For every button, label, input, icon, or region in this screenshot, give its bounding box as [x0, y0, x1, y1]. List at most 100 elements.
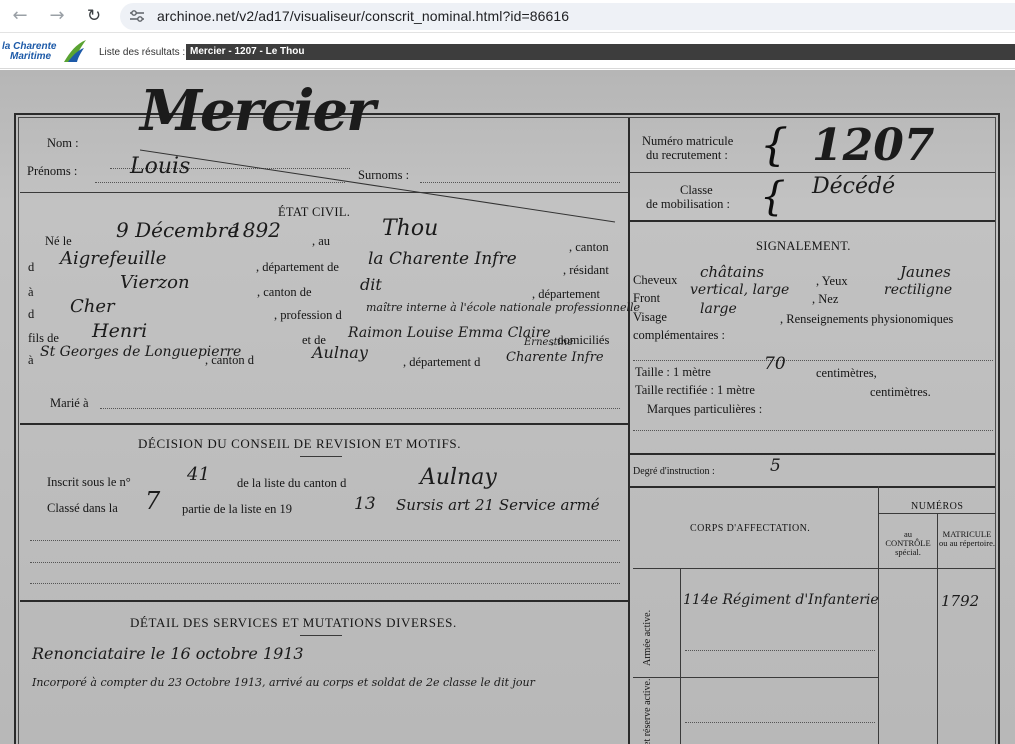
- handwriting-annee-liste: 13: [354, 494, 376, 514]
- back-icon[interactable]: ←: [8, 4, 32, 28]
- rule-classe: [630, 220, 995, 222]
- handwriting-partie: 7: [145, 487, 161, 515]
- heading-detail: DÉTAIL DES SERVICES ET MUTATIONS DIVERSE…: [130, 615, 457, 630]
- label-numero-matricule-1: Numéro matricule: [642, 134, 734, 148]
- column-divider: [628, 118, 630, 744]
- rule-matricule: [630, 172, 995, 173]
- label-centimetres: centimètres,: [816, 366, 877, 380]
- label-nez: , Nez: [812, 292, 839, 306]
- label-departement: , département: [532, 287, 601, 301]
- site-settings-icon[interactable]: [130, 10, 144, 22]
- label-d2: d: [28, 307, 35, 321]
- register-page: Nom : Mercier Prénoms : Louis Surnoms : …: [0, 70, 1015, 744]
- heading-detail-underline: [300, 635, 342, 636]
- heading-au-controle: au CONTRÔLE spécial.: [885, 529, 931, 557]
- label-front: Front: [633, 291, 661, 305]
- document-viewer[interactable]: Nom : Mercier Prénoms : Louis Surnoms : …: [0, 70, 1015, 744]
- label-nom: Nom :: [47, 136, 79, 150]
- handwriting-pere: Henri: [92, 320, 148, 342]
- label-taille: Taille : 1 mètre: [635, 365, 711, 379]
- handwriting-service-2: Incorporé à compter du 23 Octobre 1913, …: [32, 676, 535, 689]
- label-reserve-active: et réserve active.: [642, 678, 653, 744]
- rule-etat-civil-end: [20, 423, 628, 425]
- dotted-armee-1: [685, 650, 875, 651]
- label-armee-active: Armée active.: [642, 609, 653, 666]
- label-yeux: , Yeux: [816, 274, 848, 288]
- dotted-sign-1: [633, 360, 993, 361]
- rule-degre: [630, 486, 995, 488]
- heading-corps: CORPS D'AFFECTATION.: [690, 523, 811, 534]
- heading-numeros: NUMÉROS: [911, 501, 964, 512]
- document-title-bar: Mercier - 1207 - Le Thou: [186, 44, 1015, 60]
- handwriting-numero-liste: 41: [187, 464, 210, 485]
- label-renseignements: , Renseignements physionomiques: [780, 312, 954, 326]
- dotted-armee-2: [685, 722, 875, 723]
- label-residant: , résidant: [563, 263, 609, 277]
- document-title: Mercier - 1207 - Le Thou: [190, 46, 305, 57]
- address-bar[interactable]: archinoe.net/v2/ad17/visualiseur/conscri…: [120, 3, 1015, 30]
- label-a1: à: [28, 285, 34, 299]
- handwriting-departement-naissance: la Charente Infre: [368, 249, 517, 269]
- handwriting-visage: large: [700, 301, 737, 317]
- handwriting-matricule-corps: 1792: [941, 592, 980, 610]
- handwriting-mere-extra: Ernestine: [524, 337, 574, 348]
- label-marie-a: Marié à: [50, 396, 89, 410]
- handwriting-front: vertical, large: [690, 282, 790, 298]
- handwriting-cheveux: châtains: [700, 263, 765, 281]
- dotted-decision-3: [30, 583, 620, 584]
- handwriting-taille: 70: [764, 354, 786, 374]
- label-au: , au: [312, 234, 331, 248]
- handwriting-profession: maître interne à l'école nationale profe…: [366, 301, 641, 314]
- handwriting-nom: Mercier: [140, 78, 376, 144]
- handwriting-canton-domicile: Aulnay: [312, 343, 368, 362]
- handwriting-nez: rectiligne: [884, 282, 953, 298]
- handwriting-motif: Sursis art 21 Service armé: [396, 496, 600, 514]
- label-prenoms: Prénoms :: [27, 164, 78, 178]
- numeros-header-rule: [878, 513, 995, 514]
- handwriting-canton-residence: dit: [360, 275, 382, 294]
- handwriting-yeux: Jaunes: [900, 263, 951, 281]
- logo-text-line2: Maritime: [10, 51, 52, 62]
- label-a2: à: [28, 353, 34, 367]
- dotted-sign-2: [633, 430, 993, 431]
- handwriting-lieu-naissance: Thou: [382, 216, 439, 241]
- reload-icon[interactable]: ↻: [82, 4, 106, 28]
- handwriting-year: 1892: [230, 218, 281, 242]
- handwriting-classe: Décédé: [812, 174, 896, 199]
- handwriting-canton-liste: Aulnay: [420, 465, 497, 490]
- label-canton-de: , canton de: [257, 285, 312, 299]
- label-marques: Marques particulières :: [647, 402, 763, 416]
- dotted-marie: [100, 408, 620, 409]
- handwriting-departement-residence: Cher: [70, 296, 115, 317]
- label-visage: Visage: [633, 310, 667, 324]
- rule-corps-header: [633, 568, 995, 569]
- label-ne-le: Né le: [45, 234, 72, 248]
- label-cheveux: Cheveux: [633, 273, 678, 287]
- label-canton: , canton: [569, 240, 609, 254]
- logo-bird-icon: [64, 40, 86, 62]
- label-taille-rectifiee: Taille rectifiée : 1 mètre: [635, 383, 755, 397]
- label-complementaires: complémentaires :: [633, 328, 725, 342]
- handwriting-departement-domicile: Charente Infre: [506, 350, 604, 365]
- diagonal-strike: [140, 149, 616, 223]
- label-departement-d: , département d: [403, 355, 481, 369]
- results-list-link[interactable]: Liste des résultats :: [99, 47, 185, 58]
- heading-etat-civil: ÉTAT CIVIL.: [278, 205, 351, 219]
- brace-classe: {: [760, 174, 786, 220]
- dotted-decision-1: [30, 540, 620, 541]
- label-centimetres-2: centimètres.: [870, 385, 931, 399]
- rule-decision-end: [20, 600, 628, 602]
- url-text[interactable]: archinoe.net/v2/ad17/visualiseur/conscri…: [157, 8, 569, 24]
- label-profession: , profession d: [274, 308, 342, 322]
- label-partie: partie de la liste en 19: [182, 502, 293, 516]
- browser-toolbar: ← → ↻ archinoe.net/v2/ad17/visualiseur/c…: [0, 0, 1015, 33]
- label-d1: d: [28, 260, 35, 274]
- armee-divider: [680, 568, 681, 744]
- label-liste-canton: de la liste du canton d: [237, 476, 347, 490]
- handwriting-date: 9 Décembre: [116, 218, 240, 242]
- heading-decision-underline: [300, 456, 342, 457]
- numeros-subdivider: [937, 513, 938, 744]
- forward-icon[interactable]: →: [45, 4, 69, 28]
- site-logo[interactable]: la Charente Maritime: [2, 38, 88, 64]
- handwriting-numero-matricule: 1207: [812, 120, 935, 171]
